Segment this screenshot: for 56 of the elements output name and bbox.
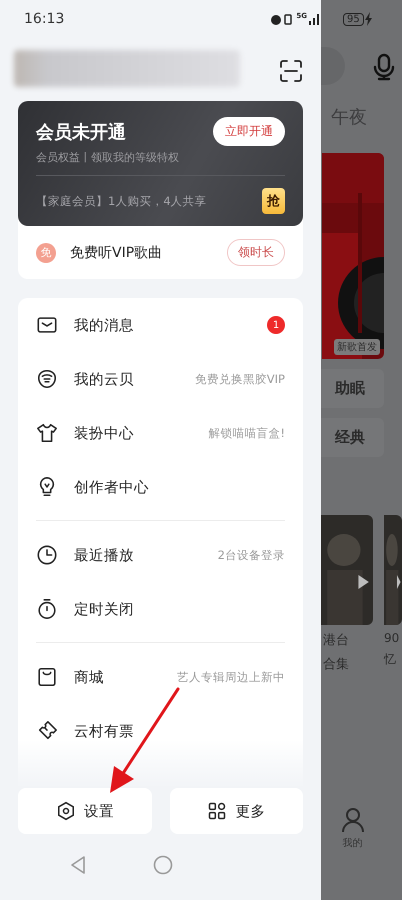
playlist-caption: 合集 (322, 656, 350, 673)
microphone-icon[interactable] (373, 53, 395, 81)
free-vip-label[interactable]: 免费听VIP歌曲 (70, 244, 227, 262)
menu-label: 商城 (74, 668, 105, 686)
bag-icon (36, 666, 58, 688)
shirt-icon (36, 422, 58, 444)
playlist-caption: 港台 (322, 632, 350, 649)
scan-icon[interactable] (279, 59, 303, 83)
vip-subtitle: 会员权益丨领取我的等级特权 (36, 150, 180, 165)
menu-item[interactable]: 最近播放 2台设备登录 (18, 528, 303, 582)
vip-card[interactable]: 会员未开通 立即开通 会员权益丨领取我的等级特权 【家庭会员】1人购买，4人共享 抢 (18, 101, 303, 226)
ticket-icon (36, 720, 58, 742)
timer-icon (36, 598, 58, 620)
charging-icon (364, 12, 372, 26)
promo-text: 【家庭会员】1人购买，4人共享 (36, 194, 207, 208)
settings-button[interactable]: 设置 (18, 788, 152, 834)
status-icons (270, 12, 294, 26)
menu-detail: 艺人专辑周边上新中 (177, 670, 285, 684)
more-button[interactable]: 更多 (170, 788, 303, 834)
free-badge: 免 (36, 242, 56, 262)
menu-item[interactable]: 创作者中心 (18, 460, 303, 514)
menu-label: 云村有票 (74, 722, 135, 740)
menu-item[interactable]: 我的消息 1 (18, 298, 303, 352)
menu-item[interactable]: 装扮中心 解锁喵喵盲盒! (18, 406, 303, 460)
coin-icon (36, 368, 58, 390)
user-profile-blurred[interactable] (14, 50, 240, 87)
menu-detail: 解锁喵喵盲盒! (208, 426, 285, 440)
album-tag: 新歌首发 (334, 339, 380, 355)
menu-label: 最近播放 (74, 546, 135, 564)
signal-icon (309, 12, 321, 26)
settings-icon (56, 801, 76, 821)
claim-button[interactable]: 领时长 (227, 239, 285, 266)
vip-title: 会员未开通 (36, 120, 126, 144)
menu-label: 装扮中心 (74, 424, 135, 442)
menu-item[interactable]: 我的云贝 免费兑换黑胶VIP (18, 352, 303, 406)
promo-tag[interactable]: 抢 (262, 188, 285, 214)
menu-label: 创作者中心 (74, 478, 150, 496)
menu-label: 定时关闭 (74, 600, 135, 618)
profile-icon[interactable] (342, 807, 364, 833)
playlist-caption: 忆 (384, 651, 397, 668)
menu-detail: 免费兑换黑胶VIP (194, 372, 285, 386)
status-time: 16:13 (24, 11, 64, 27)
activate-button[interactable]: 立即开通 (213, 117, 285, 146)
menu-detail: 2台设备登录 (218, 548, 285, 562)
menu-item[interactable]: 定时关闭 (18, 582, 303, 636)
back-icon[interactable] (68, 855, 86, 875)
home-icon[interactable] (152, 855, 172, 875)
menu-item[interactable]: 商城 艺人专辑周边上新中 (18, 650, 303, 704)
grid-icon (207, 801, 228, 821)
menu-item[interactable]: 云村有票 (18, 704, 303, 758)
menu-label: 我的消息 (74, 316, 135, 334)
playlist-caption: 90 (384, 631, 400, 645)
unread-badge: 1 (267, 316, 285, 334)
menu-label: 我的云贝 (74, 370, 135, 388)
clock-icon (36, 544, 58, 566)
battery-indicator: 95 (343, 12, 364, 26)
